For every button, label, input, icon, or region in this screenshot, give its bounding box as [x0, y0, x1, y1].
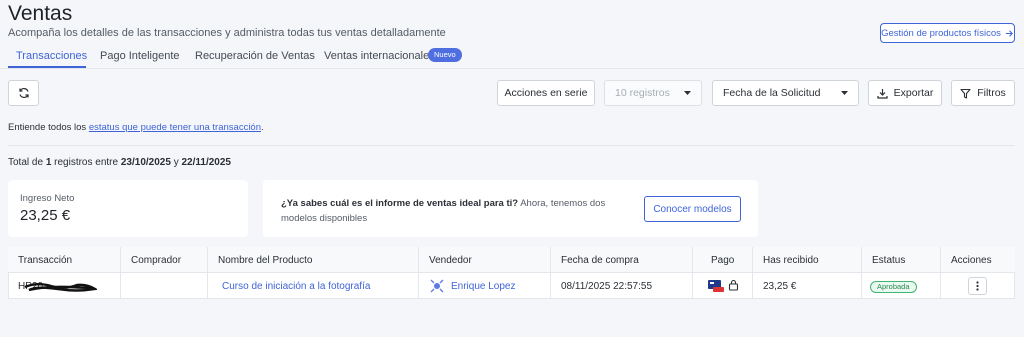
- info-suffix: .: [261, 122, 264, 133]
- estatus-info: Entiende todos los estatus que puede ten…: [8, 122, 264, 133]
- total-middle: registros entre: [51, 157, 121, 168]
- filtros-button[interactable]: Filtros: [951, 80, 1015, 106]
- column-divider: [550, 247, 551, 299]
- total-date-to: 22/11/2025: [181, 157, 231, 168]
- gestion-productos-button[interactable]: Gestión de productos físicos: [880, 23, 1015, 43]
- header-fecha: Fecha de compra: [561, 255, 639, 266]
- ingreso-neto-value: 23,25 €: [20, 207, 71, 224]
- download-icon: [877, 88, 888, 99]
- kebab-icon: [976, 281, 979, 291]
- header-pago: Pago: [711, 255, 735, 266]
- header-comprador: Comprador: [131, 255, 182, 266]
- chevron-down-icon: [841, 90, 848, 95]
- fecha-select[interactable]: Fecha de la Solicitud: [712, 80, 859, 106]
- header-vendedor: Vendedor: [429, 255, 472, 266]
- total-prefix: Total de: [8, 157, 46, 168]
- header-estatus: Estatus: [872, 255, 906, 266]
- arrow-right-icon: [1005, 29, 1013, 37]
- ingreso-neto-label: Ingreso Neto: [20, 193, 75, 204]
- registros-value: 10 registros: [615, 87, 670, 99]
- row-actions-button[interactable]: [968, 277, 987, 295]
- filtros-label: Filtros: [977, 87, 1006, 99]
- has-recibido-value: 23,25 €: [763, 281, 797, 292]
- header-transaccion: Transacción: [18, 255, 73, 266]
- estatus-link[interactable]: estatus que puede tener una transacción: [89, 122, 261, 133]
- divider: [8, 145, 1015, 146]
- tab-pago-inteligente[interactable]: Pago Inteligente: [100, 50, 180, 62]
- promo-question: ¿Ya sabes cuál es el informe de ventas i…: [281, 198, 519, 209]
- total-date-from: 23/10/2025: [120, 157, 171, 168]
- header-recibido: Has recibido: [763, 255, 819, 266]
- header-producto: Nombre del Producto: [218, 255, 313, 266]
- tab-ventas-internacionales[interactable]: Ventas internacionales: [324, 50, 435, 62]
- column-divider: [752, 247, 753, 299]
- tab-recuperacion-ventas[interactable]: Recuperación de Ventas: [195, 50, 315, 62]
- status-badge: Aprobada: [870, 281, 917, 293]
- refresh-icon: [18, 87, 29, 99]
- exportar-label: Exportar: [893, 87, 934, 99]
- fecha-value: Fecha de la Solicitud: [723, 87, 821, 99]
- total-registros: Total de 1 registros entre 23/10/2025 y …: [8, 157, 231, 168]
- column-divider: [940, 247, 941, 299]
- fecha-compra: 08/11/2025 22:57:55: [561, 281, 653, 292]
- filter-icon: [960, 88, 971, 99]
- column-divider: [861, 247, 862, 299]
- registros-select[interactable]: 10 registros: [604, 80, 702, 106]
- page-subtitle: Acompaña los detalles de las transaccion…: [8, 27, 446, 39]
- informe-promo-text: ¿Ya sabes cuál es el informe de ventas i…: [281, 196, 626, 226]
- chevron-down-icon: [684, 90, 691, 95]
- exportar-button[interactable]: Exportar: [868, 80, 942, 106]
- vendor-icon: [430, 279, 444, 293]
- info-prefix: Entiende todos los: [8, 122, 89, 133]
- lock-icon: [728, 279, 739, 291]
- column-divider: [207, 247, 208, 299]
- header-acciones: Acciones: [951, 255, 992, 266]
- gestion-productos-label: Gestión de productos físicos: [881, 27, 1001, 39]
- acciones-en-serie-button[interactable]: Acciones en serie: [497, 80, 595, 106]
- column-divider: [418, 247, 419, 299]
- refresh-button[interactable]: [8, 80, 39, 106]
- redaction-scribble: [24, 283, 97, 292]
- nuevo-badge: Nuevo: [428, 48, 462, 62]
- card-icon: [708, 280, 724, 292]
- column-divider: [692, 247, 693, 299]
- conocer-modelos-button[interactable]: Conocer modelos: [644, 196, 741, 222]
- tabs-divider: [0, 68, 1024, 69]
- column-divider: [120, 247, 121, 299]
- total-and: y: [170, 157, 182, 168]
- page-title: Ventas: [8, 2, 73, 25]
- tab-transacciones[interactable]: Transacciones: [16, 50, 87, 62]
- vendedor-link[interactable]: Enrique Lopez: [451, 281, 516, 292]
- producto-link[interactable]: Curso de iniciación a la fotografía: [222, 281, 370, 292]
